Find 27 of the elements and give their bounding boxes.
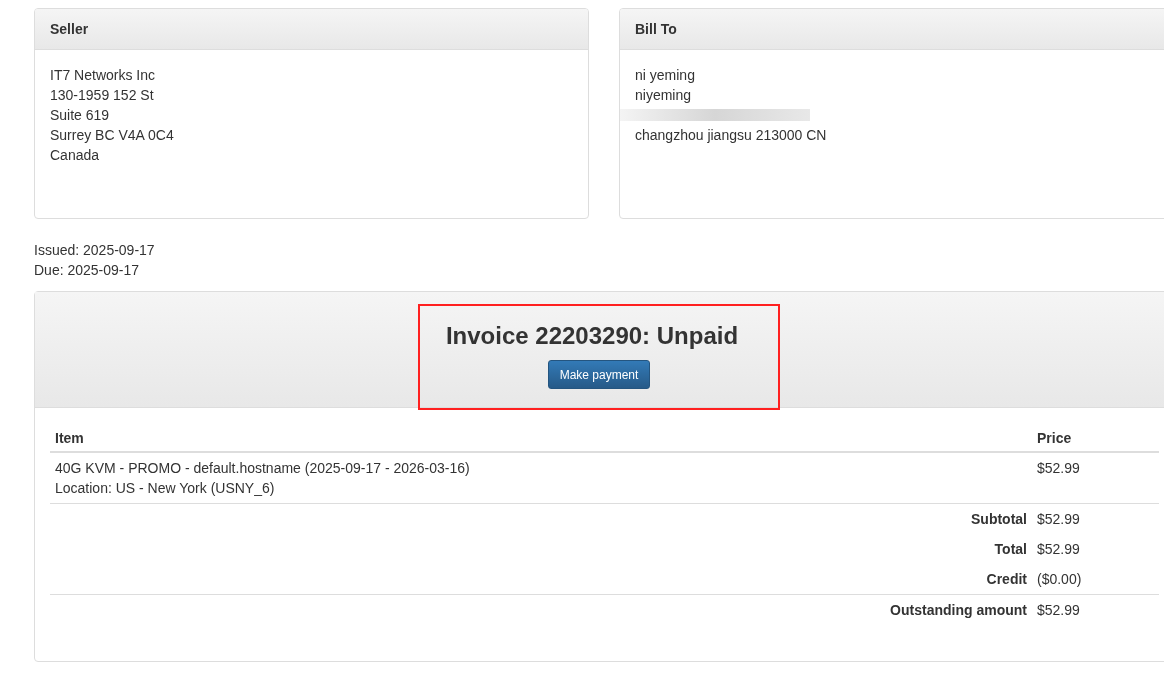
total-value: ($0.00) [1037,571,1082,587]
total-value: $52.99 [1037,602,1080,618]
total-value: $52.99 [1037,511,1080,527]
date-text: Due: 2025-09-17 [34,261,140,280]
table-cell-text: 40G KVM - PROMO - default.hostname (2025-09-17 - 2026-03-16) [55,459,470,478]
address-line: Canada [50,146,100,165]
make-payment-button[interactable]: Make payment [547,360,651,389]
column-header: Item [55,430,84,446]
card-title: Seller [50,20,89,39]
table-cell-text: Location: US - New York (USNY_6) [55,479,275,498]
address-line: Surrey BC V4A 0C4 [50,126,174,145]
address-line: Suite 619 [50,106,110,125]
total-label: Total [994,540,1027,559]
address-line: changzhou jiangsu 213000 CN [635,126,827,145]
column-header: Price [1037,430,1072,446]
date-text: Issued: 2025-09-17 [34,241,155,260]
total-label: Outstanding amount [890,601,1027,620]
address-line: IT7 Networks Inc [50,66,156,85]
address-line: niyeming [635,86,692,105]
table-cell: $52.99 [1037,460,1080,476]
address-line: 130-1959 152 St [50,86,154,105]
total-value: $52.99 [1037,541,1080,557]
card-title: Bill To [635,20,677,39]
address-line: ni yeming [635,66,695,85]
total-label: Subtotal [971,510,1027,529]
invoice-title: Invoice 22203290: Unpaid [445,322,739,350]
total-label: Credit [986,570,1027,589]
